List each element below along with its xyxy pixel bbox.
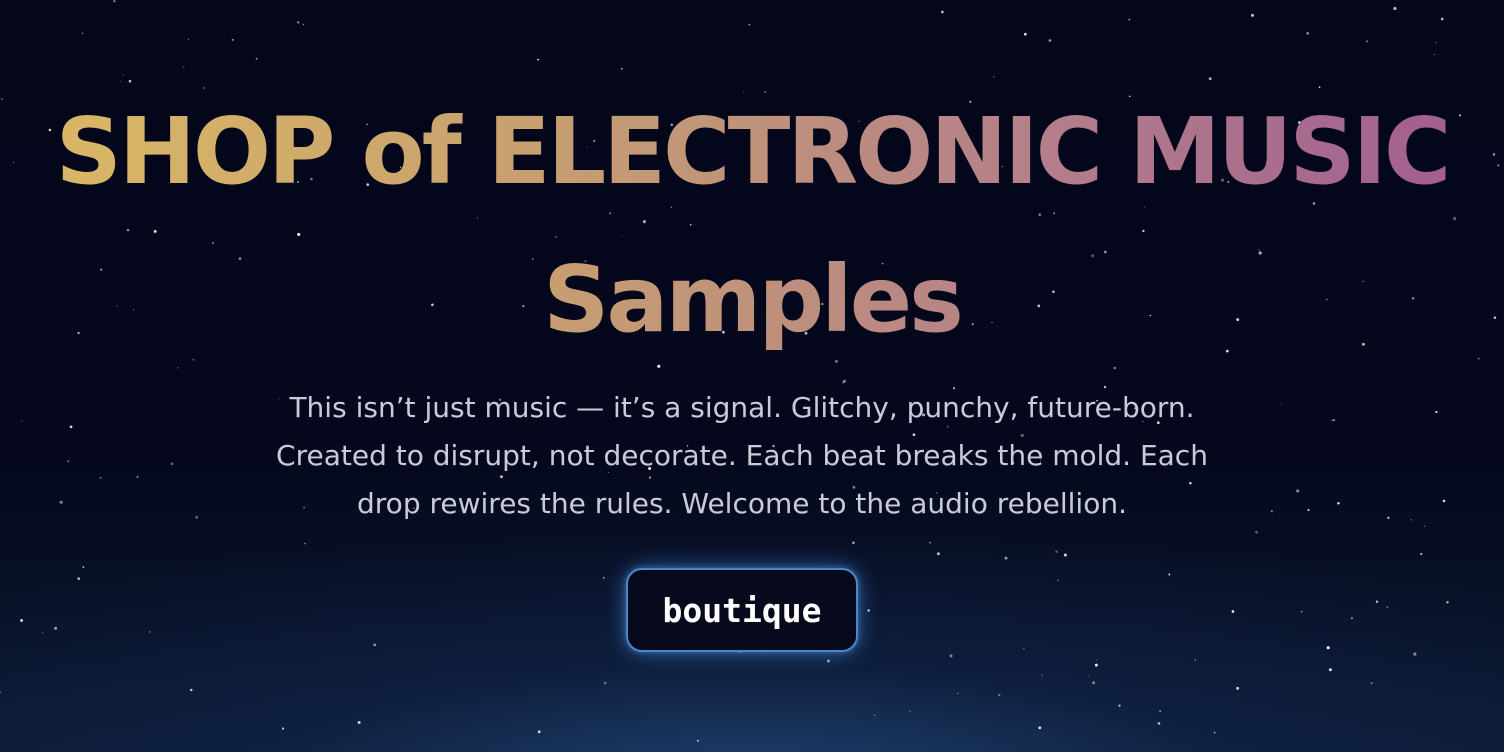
title-line-2: Samples	[543, 246, 961, 353]
title-line-1: SHOP of ELECTRONIC MUSIC	[55, 98, 1449, 205]
hero-section: SHOP of ELECTRONIC MUSIC Samples This is…	[0, 0, 1504, 752]
hero-description: This isn’t just music — it’s a signal. G…	[276, 391, 1208, 520]
boutique-button[interactable]: boutique	[626, 568, 858, 652]
page-title: SHOP of ELECTRONIC MUSIC Samples	[52, 78, 1452, 374]
